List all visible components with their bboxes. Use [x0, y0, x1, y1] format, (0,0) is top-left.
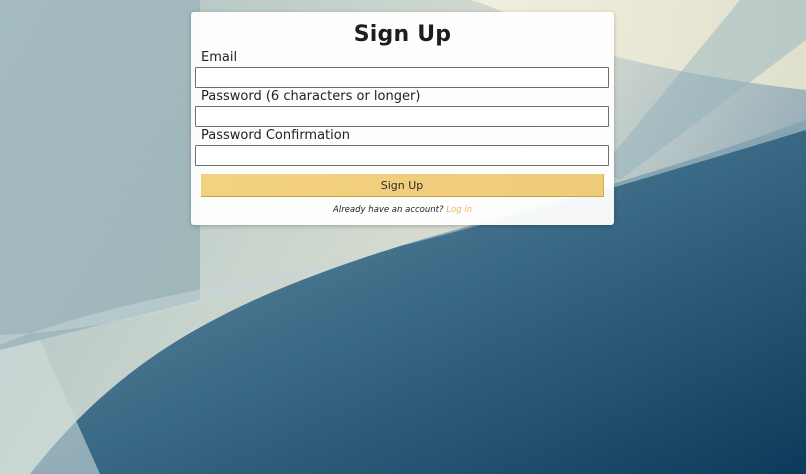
- login-prompt-text: Already have an account?: [333, 205, 444, 215]
- password-confirmation-field[interactable]: [195, 145, 609, 166]
- email-label: Email: [201, 50, 238, 65]
- page-title: Sign Up: [353, 22, 452, 47]
- login-link[interactable]: Log in: [446, 205, 472, 215]
- signup-card: Sign Up Email Password (6 characters or …: [191, 12, 614, 225]
- password-field[interactable]: [195, 106, 609, 127]
- password-label: Password (6 characters or longer): [201, 89, 421, 104]
- login-prompt: Already have an account? Log in: [191, 205, 614, 215]
- sign-up-button[interactable]: Sign Up: [201, 174, 604, 197]
- password-confirmation-label: Password Confirmation: [201, 128, 350, 143]
- email-field[interactable]: [195, 67, 609, 88]
